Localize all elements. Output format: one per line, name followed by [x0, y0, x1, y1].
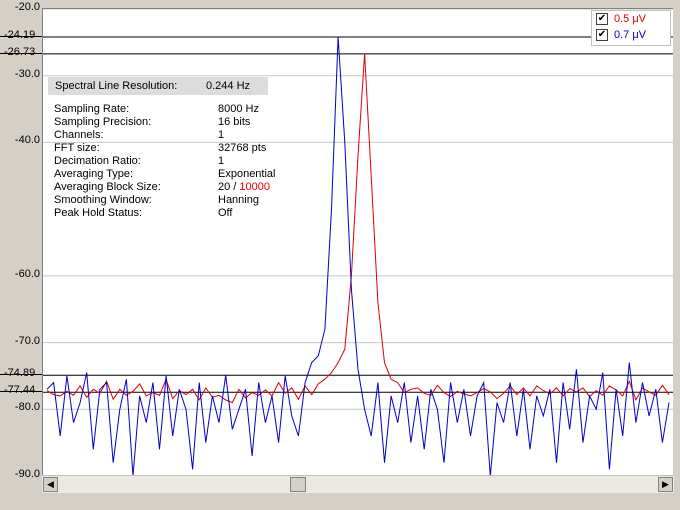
info-value: Hanning [218, 194, 259, 207]
info-value: Exponential [218, 168, 276, 181]
y-tick-label: -30.0 [14, 67, 40, 80]
y-tick-label: -80.0 [14, 401, 40, 414]
marker-stub [0, 374, 42, 376]
info-label: Channels: [54, 129, 104, 141]
y-tick-label: -60.0 [14, 267, 40, 280]
info-label: Sampling Rate: [54, 103, 130, 115]
legend-checkbox[interactable]: ✔ [596, 29, 608, 41]
info-value: 20 / 10000 [218, 181, 270, 194]
info-value-text: 1 [218, 129, 225, 141]
scroll-thumb[interactable] [290, 477, 306, 492]
info-label: FFT size: [54, 142, 100, 154]
info-value-text: 1 [218, 155, 225, 167]
info-value: 32768 pts [218, 142, 266, 155]
marker-stub [0, 52, 42, 54]
marker-label: -77.44 [0, 384, 42, 397]
y-tick-label: -20.0 [14, 1, 40, 13]
info-label: Sampling Precision: [54, 116, 152, 128]
legend: ✔ 0.5 μV ✔ 0.7 μV [591, 10, 671, 46]
y-tick-label: -40.0 [14, 134, 40, 147]
resolution-label: Spectral Line Resolution: [55, 80, 178, 92]
info-value-text: Off [218, 207, 233, 219]
resolution-bar: Spectral Line Resolution: 0.244 Hz [48, 77, 268, 95]
info-value-text: Hanning [218, 194, 259, 206]
info-label: Peak Hold Status: [54, 207, 143, 219]
resolution-value: 0.244 Hz [206, 80, 251, 92]
marker-label: -74.89 [0, 367, 42, 380]
legend-label: 0.7 μV [614, 29, 647, 41]
info-value-text: 8000 Hz [218, 103, 259, 115]
legend-checkbox[interactable]: ✔ [596, 13, 608, 25]
marker-stub [0, 391, 42, 393]
info-label: Averaging Block Size: [54, 181, 161, 193]
legend-label: 0.5 μV [614, 13, 647, 25]
marker-stub [0, 35, 42, 37]
info-label: Averaging Type: [54, 168, 134, 180]
legend-item-0-5uv[interactable]: ✔ 0.5 μV [592, 11, 670, 27]
info-value-text: 20 / [218, 181, 240, 193]
info-value-red: 10000 [239, 181, 270, 193]
legend-item-0-7uv[interactable]: ✔ 0.7 μV [592, 27, 670, 43]
info-value: 1 [218, 155, 224, 168]
marker-label: -26.73 [0, 45, 42, 58]
series-line [46, 53, 670, 404]
info-label: Decimation Ratio: [54, 155, 141, 167]
info-value: 1 [218, 129, 224, 142]
info-value: Off [218, 207, 232, 220]
info-value-text: 32768 pts [218, 142, 267, 154]
scroll-left-button[interactable]: ◀ [43, 477, 58, 492]
series-line [46, 36, 670, 476]
marker-label: -24.19 [0, 28, 42, 41]
y-tick-label: -70.0 [14, 334, 40, 347]
info-value-text: Exponential [218, 168, 276, 180]
info-value: 8000 Hz [218, 103, 259, 116]
info-value: 16 bits [218, 116, 250, 129]
info-label: Smoothing Window: [54, 194, 152, 206]
y-tick-label: -90.0 [14, 468, 40, 480]
horizontal-scrollbar[interactable]: ◀ ▶ [42, 475, 674, 493]
scroll-right-button[interactable]: ▶ [658, 477, 673, 492]
info-value-text: 16 bits [218, 116, 251, 128]
